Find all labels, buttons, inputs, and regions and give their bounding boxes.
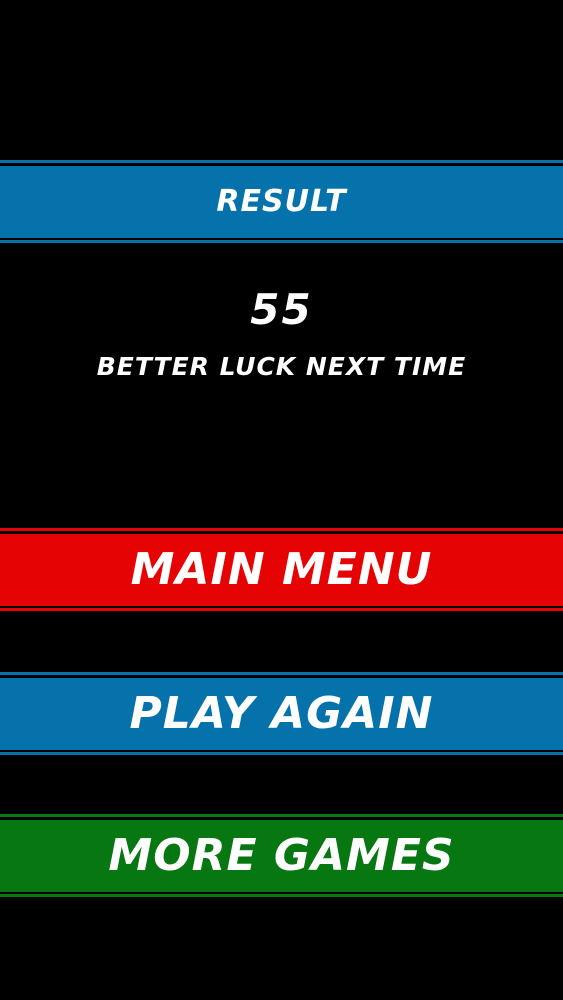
more-games-top-line — [0, 814, 563, 817]
main-menu-top-line — [0, 528, 563, 531]
more-games-label[interactable]: MORE GAMES — [0, 820, 563, 892]
more-games-bottom-line — [0, 894, 563, 897]
result-header-top-line — [0, 160, 563, 163]
result-title: RESULT — [216, 184, 347, 219]
main-menu-bottom-line — [0, 608, 563, 611]
play-again-label[interactable]: PLAY AGAIN — [0, 678, 563, 750]
score-value: 55 — [250, 285, 313, 334]
result-header-bottom-line — [0, 240, 563, 243]
result-message: BETTER LUCK NEXT TIME — [96, 352, 467, 381]
play-again-top-line — [0, 672, 563, 675]
play-again-bottom-line — [0, 752, 563, 755]
main-menu-label[interactable]: MAIN MENU — [0, 534, 563, 606]
